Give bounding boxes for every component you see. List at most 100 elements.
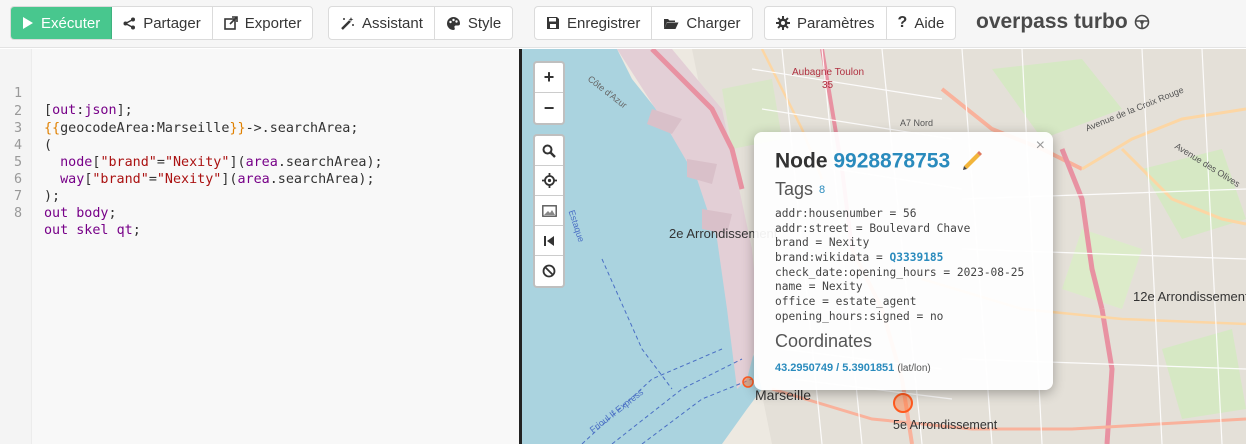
popup-title-type: Node xyxy=(775,149,828,173)
code-line: 4 node["brand"="Nexity"](area.searchArea… xyxy=(0,120,383,170)
tag-value: Nexity xyxy=(828,236,870,250)
code-text: node["brand"="Nexity"](area.searchArea); xyxy=(60,155,383,170)
play-icon xyxy=(22,16,34,30)
tag-value: Boulevard Chave xyxy=(869,221,971,235)
coords-separator: / xyxy=(833,362,843,374)
code-line: 2 {{geocodeArea:Marseille}}->.searchArea… xyxy=(0,86,359,136)
pencil-icon[interactable] xyxy=(960,148,984,176)
crosshair-icon xyxy=(541,173,557,188)
tag-row: brand:wikidata = Q3339185 xyxy=(775,251,944,265)
tags-heading-text: Tags xyxy=(775,179,814,199)
tag-row: name = Nexity xyxy=(775,280,863,294)
node-id-link[interactable]: 9928878753 xyxy=(833,150,950,173)
run-share-export-group: Exécuter Partager Exporter xyxy=(10,6,314,40)
share-button[interactable]: Partager xyxy=(112,7,213,39)
zoom-out-button[interactable]: − xyxy=(535,93,563,123)
tag-list: addr:housenumber = 56 addr:street = Boul… xyxy=(775,207,1024,325)
map-label-12e-arrondissement: 12e Arrondissement xyxy=(1133,289,1246,304)
wizard-button[interactable]: Assistant xyxy=(329,7,435,39)
settings-button[interactable]: Paramètres xyxy=(765,7,887,39)
tag-row: addr:housenumber = 56 xyxy=(775,207,917,220)
wizard-style-group: Assistant Style xyxy=(328,6,514,40)
locate-button[interactable] xyxy=(535,166,563,196)
tag-key: brand xyxy=(775,236,809,250)
tag-value: estate_agent xyxy=(835,295,917,309)
tag-row: office = estate_agent xyxy=(775,295,917,309)
tag-value: 2023-08-25 xyxy=(956,265,1025,279)
brand-text: overpass turbo xyxy=(976,10,1128,33)
run-label: Exécuter xyxy=(41,14,101,32)
code-text: ); xyxy=(44,189,61,204)
code-text: [out:json]; xyxy=(44,103,133,118)
floppy-disk-icon xyxy=(546,16,560,30)
map-label-aubagne-toulon: Aubagne Toulon xyxy=(792,67,865,78)
wikidata-link[interactable]: Q3339185 xyxy=(890,251,944,264)
load-label: Charger xyxy=(686,14,741,32)
tag-row: brand = Nexity xyxy=(775,236,870,250)
tag-key: brand:wikidata xyxy=(775,251,870,265)
external-link-icon xyxy=(223,16,238,30)
palette-icon xyxy=(446,16,461,31)
toolbar: Exécuter Partager Exporter Assistant Sty… xyxy=(0,0,1246,48)
share-icon xyxy=(123,17,136,30)
save-label: Enregistrer xyxy=(567,14,641,32)
settings-label: Paramètres xyxy=(797,14,875,32)
brand-title: overpass turbo xyxy=(976,10,1150,34)
coords-unit: (lat/lon) xyxy=(897,363,931,374)
code-line: 5 way["brand"="Nexity"](area.searchArea)… xyxy=(0,137,375,187)
style-button[interactable]: Style xyxy=(435,7,512,39)
save-button[interactable]: Enregistrer xyxy=(535,7,653,39)
gear-icon xyxy=(776,16,790,30)
popup-title: Node 9928878753 xyxy=(775,148,984,176)
tag-value: no xyxy=(929,309,944,323)
map-label-a50: 35 xyxy=(822,80,834,91)
fit-data-button[interactable] xyxy=(535,196,563,226)
code-text: way["brand"="Nexity"](area.searchArea); xyxy=(60,172,375,187)
latitude: 43.2950749 xyxy=(775,362,834,374)
code-line: 8 out skel qt; xyxy=(0,188,141,238)
map-label-5e-arrondissement: 5e Arrondissement xyxy=(893,418,998,432)
tag-value: 56 xyxy=(903,207,917,220)
map-tools-control xyxy=(533,134,565,288)
save-load-group: Enregistrer Charger xyxy=(534,6,753,40)
help-button[interactable]: ? Aide xyxy=(887,7,956,39)
zoom-in-button[interactable]: + xyxy=(535,63,563,93)
search-map-button[interactable] xyxy=(535,136,563,166)
tag-key: opening_hours:signed xyxy=(775,309,910,323)
tag-value: Nexity xyxy=(822,280,863,294)
code-text: out body; xyxy=(44,206,117,221)
tag-row: check_date:opening_hours = 2023-08-25 xyxy=(775,265,1025,279)
code-text: {{geocodeArea:Marseille}}->.searchArea; xyxy=(44,121,359,136)
code-line: 6 ); xyxy=(0,154,60,204)
tag-key: check_date:opening_hours xyxy=(775,265,937,279)
help-label: Aide xyxy=(914,14,945,32)
zoom-control: + − xyxy=(533,61,565,125)
load-button[interactable]: Charger xyxy=(652,7,751,39)
tag-key: addr:street xyxy=(775,221,850,235)
export-label: Exporter xyxy=(244,14,302,32)
code-line: 3 ( xyxy=(0,103,52,153)
clear-button[interactable] xyxy=(535,256,563,286)
image-icon xyxy=(541,204,557,217)
share-label: Partager xyxy=(143,14,201,32)
tag-row: opening_hours:signed = no xyxy=(775,309,944,323)
export-button[interactable]: Exporter xyxy=(213,7,313,39)
search-icon xyxy=(542,144,556,158)
steering-wheel-icon xyxy=(1134,14,1150,30)
run-button[interactable]: Exécuter xyxy=(11,7,113,39)
magic-wand-icon xyxy=(340,16,355,31)
skip-back-icon xyxy=(543,235,555,247)
feature-popup: × Node 9928878753 Tags 8 addr:housenumber… xyxy=(754,132,1053,390)
first-result-button[interactable] xyxy=(535,226,563,256)
query-editor[interactable]: 1 [out:json]; 2 {{geocodeArea:Marseille}… xyxy=(0,49,520,444)
tags-count-badge: 8 xyxy=(819,184,826,197)
coordinates-link[interactable]: 43.2950749 / 5.3901851 xyxy=(775,362,894,374)
code-line: 1 [out:json]; xyxy=(0,68,133,118)
coordinates-heading: Coordinates xyxy=(775,331,873,351)
code-text: out skel qt; xyxy=(44,223,141,238)
line-number: 8 xyxy=(13,206,22,221)
tag-key: addr:housenumber xyxy=(775,207,883,220)
tag-key: office xyxy=(775,295,816,309)
style-label: Style xyxy=(467,14,502,32)
close-popup-button[interactable]: × xyxy=(1036,137,1045,155)
